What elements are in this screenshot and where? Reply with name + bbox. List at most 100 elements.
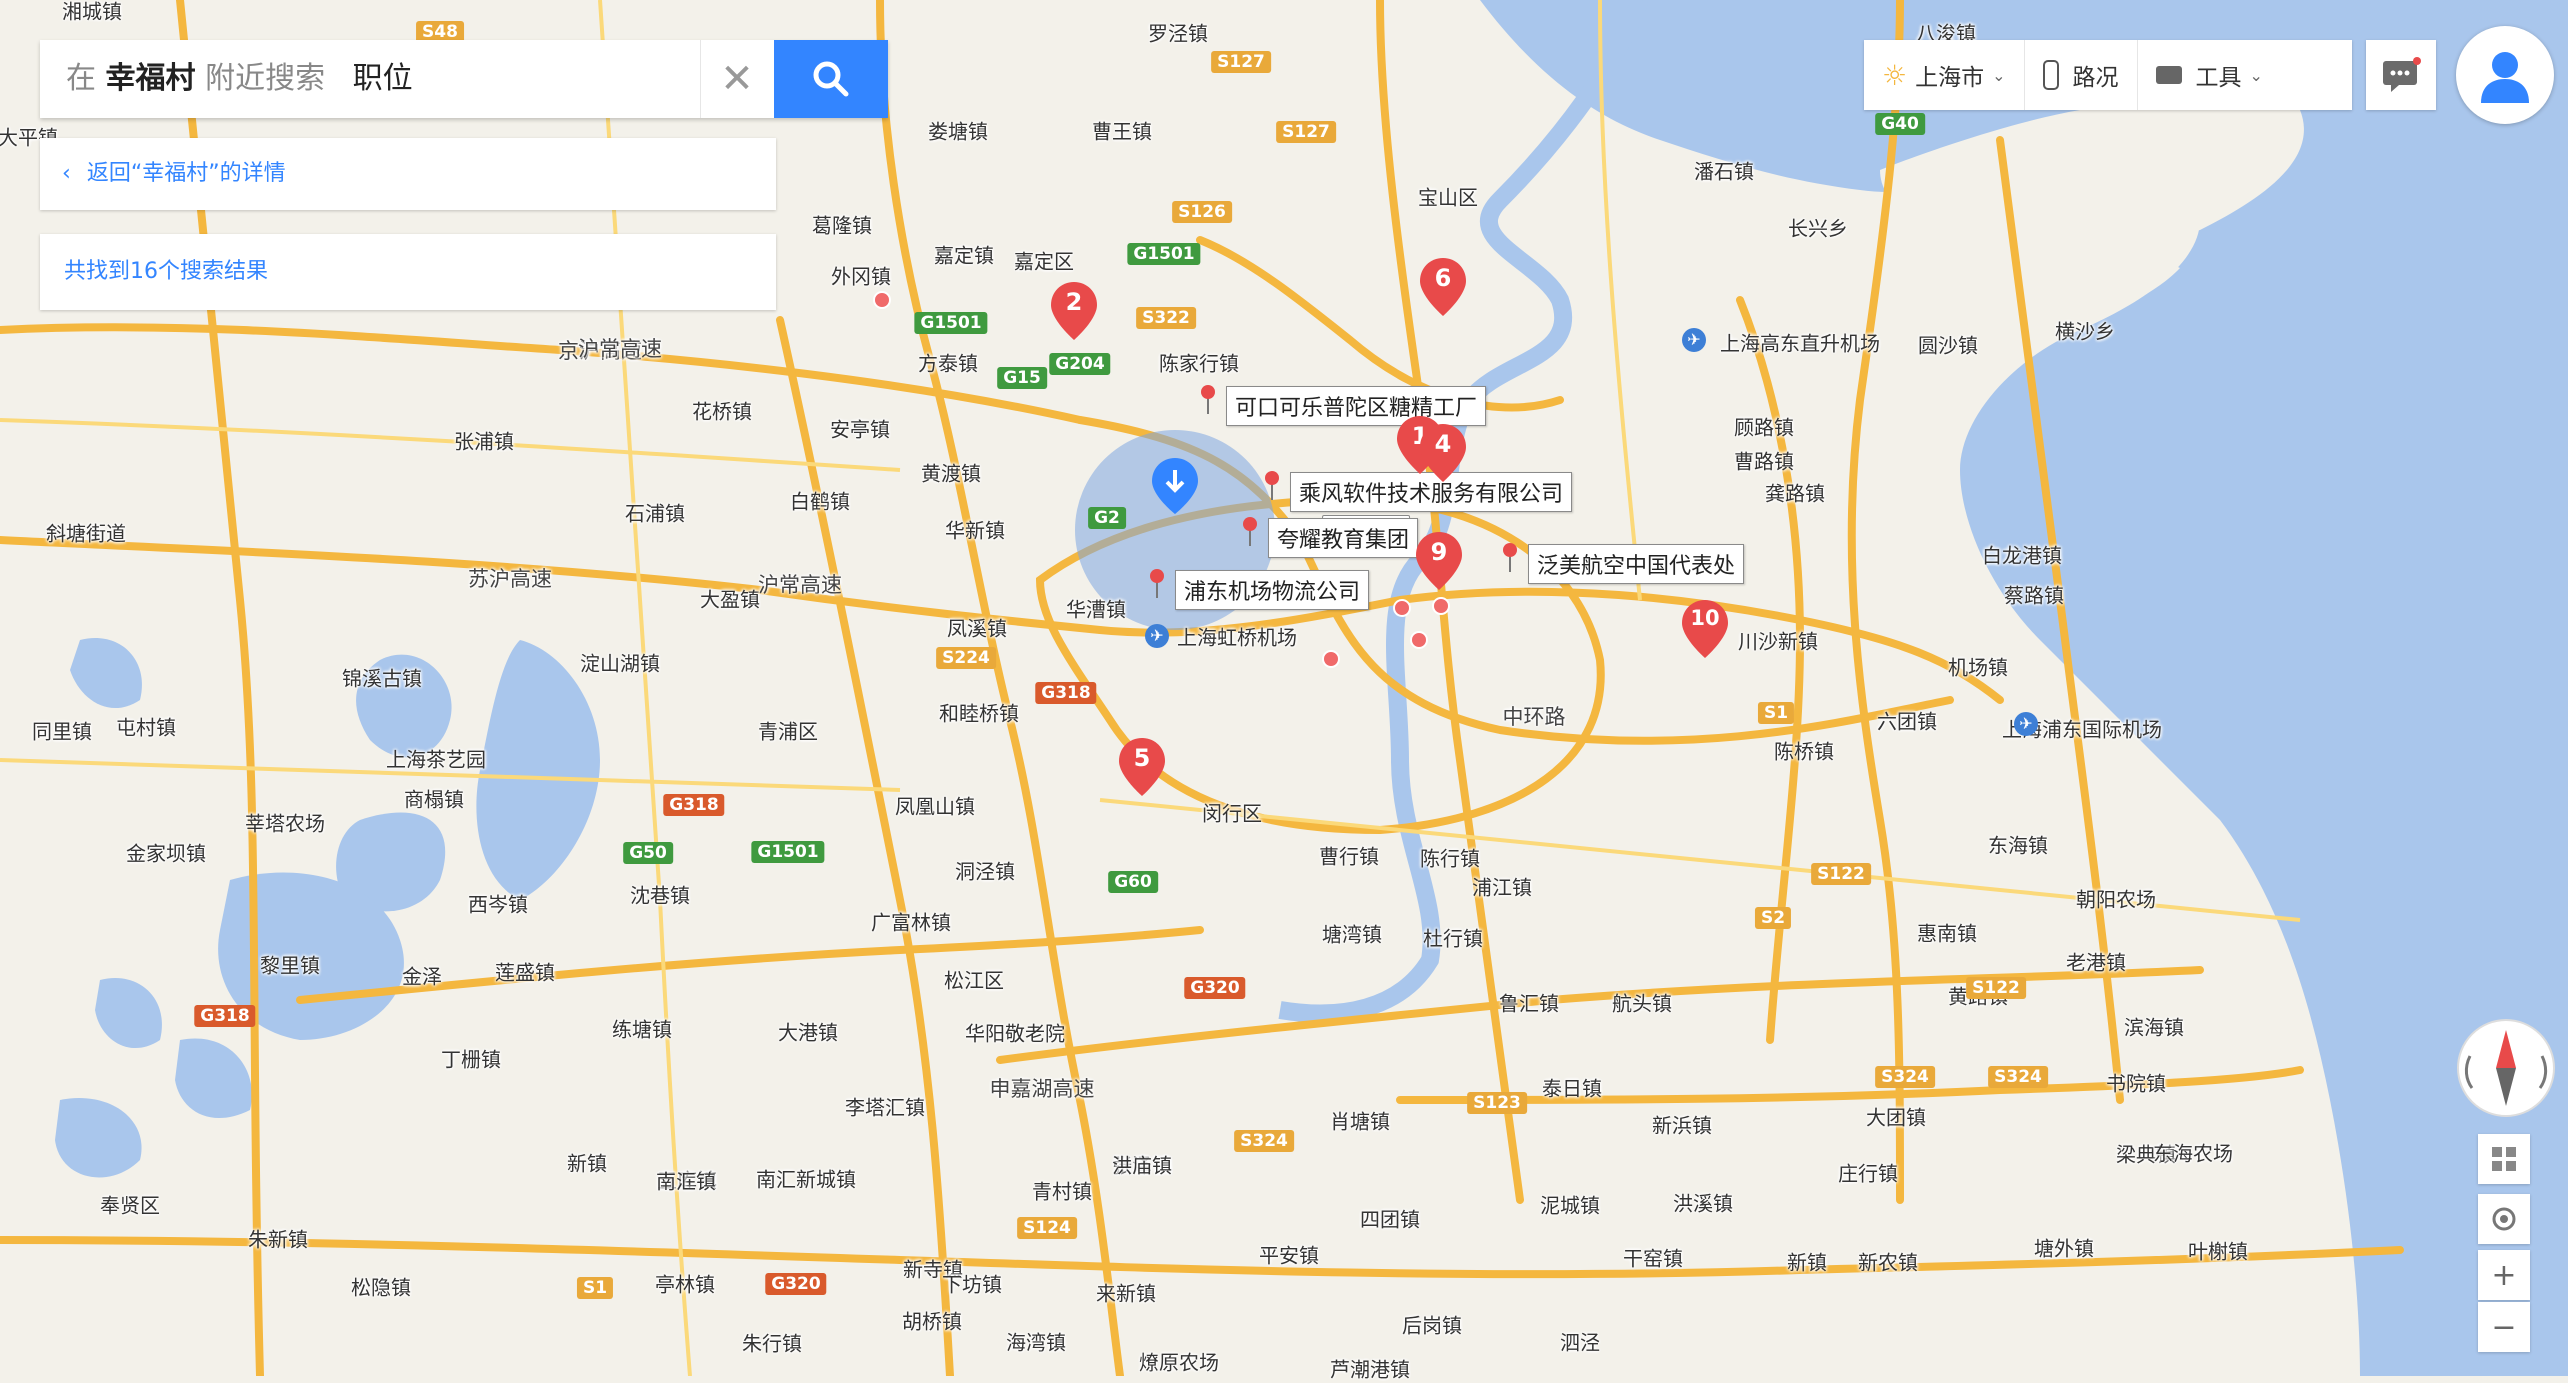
compass-icon (2457, 1019, 2555, 1117)
result-dot[interactable] (1393, 599, 1411, 617)
search-query[interactable]: 在 幸福村 附近搜索 职位 (66, 40, 413, 118)
place-label: 后岗镇 (1402, 1313, 1462, 1338)
zoom-out-button[interactable]: − (2478, 1302, 2530, 1352)
result-marker-4[interactable]: 4 (1420, 424, 1466, 482)
search-button[interactable] (774, 40, 888, 118)
poi-pin-icon[interactable] (1149, 568, 1165, 598)
tools-button[interactable]: 工具 ⌄ (2136, 40, 2281, 110)
poi-pin-icon[interactable] (1502, 542, 1518, 572)
search-location: 幸福村 (105, 61, 196, 96)
result-marker-9[interactable]: 9 (1416, 532, 1462, 590)
place-label: 惠南镇 (1917, 921, 1977, 946)
place-label: 朱新镇 (248, 1227, 308, 1252)
traffic-button[interactable]: 路况 (2023, 40, 2137, 110)
layers-icon (2492, 1147, 2516, 1171)
place-label: 干窑镇 (1623, 1246, 1683, 1271)
place-label: 潘石镇 (1694, 159, 1754, 184)
city-selector[interactable]: ☼ 上海市 ⌄ (1864, 40, 2024, 110)
back-to-detail-link[interactable]: ‹ 返回“幸福村”的详情 (40, 138, 776, 210)
search-box[interactable]: 在 幸福村 附近搜索 职位 ✕ (40, 40, 888, 118)
place-label: 黎里镇 (260, 953, 320, 978)
road-shield: S1 (1757, 702, 1795, 724)
place-label: 洞泾镇 (955, 859, 1015, 884)
airport-icon[interactable]: ✈ (1145, 624, 1169, 648)
place-label: 练塘镇 (612, 1017, 672, 1042)
locate-icon (2492, 1207, 2516, 1231)
poi-label[interactable]: 可口可乐普陀区糖精工厂 (1226, 386, 1487, 426)
place-label: 长兴乡 (1788, 216, 1848, 241)
user-icon (2481, 52, 2529, 103)
search-center-pin-icon[interactable] (1152, 458, 1198, 514)
place-label: 松隐镇 (351, 1275, 411, 1300)
poi-label[interactable]: 泛美航空中国代表处 (1528, 544, 1745, 584)
marker-number: 10 (1690, 606, 1720, 630)
chevron-left-icon: ‹ (62, 161, 71, 186)
place-label: 陈家行镇 (1159, 351, 1239, 376)
city-label: 上海市 (1915, 65, 1985, 91)
poi-pin-icon[interactable] (1200, 384, 1216, 414)
road-label: 苏沪高速 (468, 567, 552, 591)
marker-number: 9 (1430, 538, 1448, 566)
layers-button[interactable] (2478, 1134, 2530, 1184)
close-icon[interactable]: ✕ (700, 40, 773, 118)
locate-button[interactable] (2478, 1194, 2530, 1244)
back-link-label: 返回“幸福村”的详情 (86, 161, 286, 186)
result-dot[interactable] (1432, 597, 1450, 615)
place-label: 华新镇 (945, 518, 1005, 543)
place-label: 西岑镇 (468, 892, 528, 917)
place-label: 曹行镇 (1319, 844, 1379, 869)
result-count: 共找到16个搜索结果 (40, 234, 776, 310)
result-marker-5[interactable]: 5 (1119, 738, 1165, 796)
place-label: 大团镇 (1866, 1105, 1926, 1130)
place-label: 宝山区 (1418, 185, 1478, 210)
poi-label[interactable]: 夸耀教育集团 (1268, 518, 1419, 558)
airport-icon[interactable]: ✈ (2014, 712, 2038, 736)
place-label: 胡桥镇 (902, 1309, 962, 1334)
result-marker-6[interactable]: 6 (1420, 258, 1466, 316)
messages-button[interactable] (2366, 40, 2436, 110)
place-label: 东海农场 (2153, 1141, 2233, 1166)
place-label: 洪溪镇 (1673, 1191, 1733, 1216)
place-label: 葛隆镇 (812, 213, 872, 238)
place-label: 庄行镇 (1838, 1161, 1898, 1186)
result-marker-10[interactable]: 10 (1682, 600, 1728, 658)
road-shield: S123 (1467, 1092, 1527, 1114)
poi-pin-icon[interactable] (1264, 470, 1280, 500)
user-avatar[interactable] (2456, 26, 2554, 124)
road-shield: G1501 (1127, 243, 1201, 265)
place-label: 华阳敬老院 (965, 1021, 1065, 1046)
place-label: 凤凰山镇 (895, 794, 975, 819)
place-label: 同里镇 (32, 719, 92, 744)
place-label: 屯村镇 (116, 715, 176, 740)
place-label: 华漕镇 (1066, 597, 1126, 622)
place-label: 新农镇 (1858, 1250, 1918, 1275)
place-label: 圆沙镇 (1918, 333, 1978, 358)
road-shield: S124 (1017, 1217, 1077, 1239)
place-label: 泗泾 (1560, 1330, 1600, 1355)
place-label: 陈桥镇 (1774, 739, 1834, 764)
airport-icon[interactable]: ✈ (1682, 328, 1706, 352)
road-shield: S322 (1136, 307, 1196, 329)
search-keyword[interactable]: 职位 (353, 61, 413, 96)
result-dot[interactable] (1322, 650, 1340, 668)
zoom-in-button[interactable]: + (2478, 1250, 2530, 1300)
poi-pin-icon[interactable] (1242, 516, 1258, 546)
place-label: 川沙新镇 (1738, 629, 1818, 654)
place-label: 海湾镇 (1006, 1330, 1066, 1355)
place-label: 青浦区 (758, 719, 818, 744)
place-label: 朱行镇 (742, 1331, 802, 1356)
road-shield: G1501 (751, 841, 825, 863)
place-label: 安亭镇 (830, 417, 890, 442)
compass-control[interactable] (2454, 1016, 2558, 1120)
chevron-down-icon: ⌄ (2249, 65, 2263, 85)
place-label: 罗泾镇 (1148, 21, 1208, 46)
result-dot[interactable] (873, 291, 891, 309)
place-label: 新浜镇 (1652, 1113, 1712, 1138)
poi-label[interactable]: 浦东机场物流公司 (1175, 570, 1370, 610)
search-prefix: 在 (66, 61, 96, 96)
result-marker-2[interactable]: 2 (1051, 282, 1097, 340)
result-dot[interactable] (1410, 631, 1428, 649)
marker-number: 4 (1434, 430, 1452, 458)
road-shield: S224 (936, 647, 996, 669)
place-label: 嘉定区 (1014, 249, 1074, 274)
